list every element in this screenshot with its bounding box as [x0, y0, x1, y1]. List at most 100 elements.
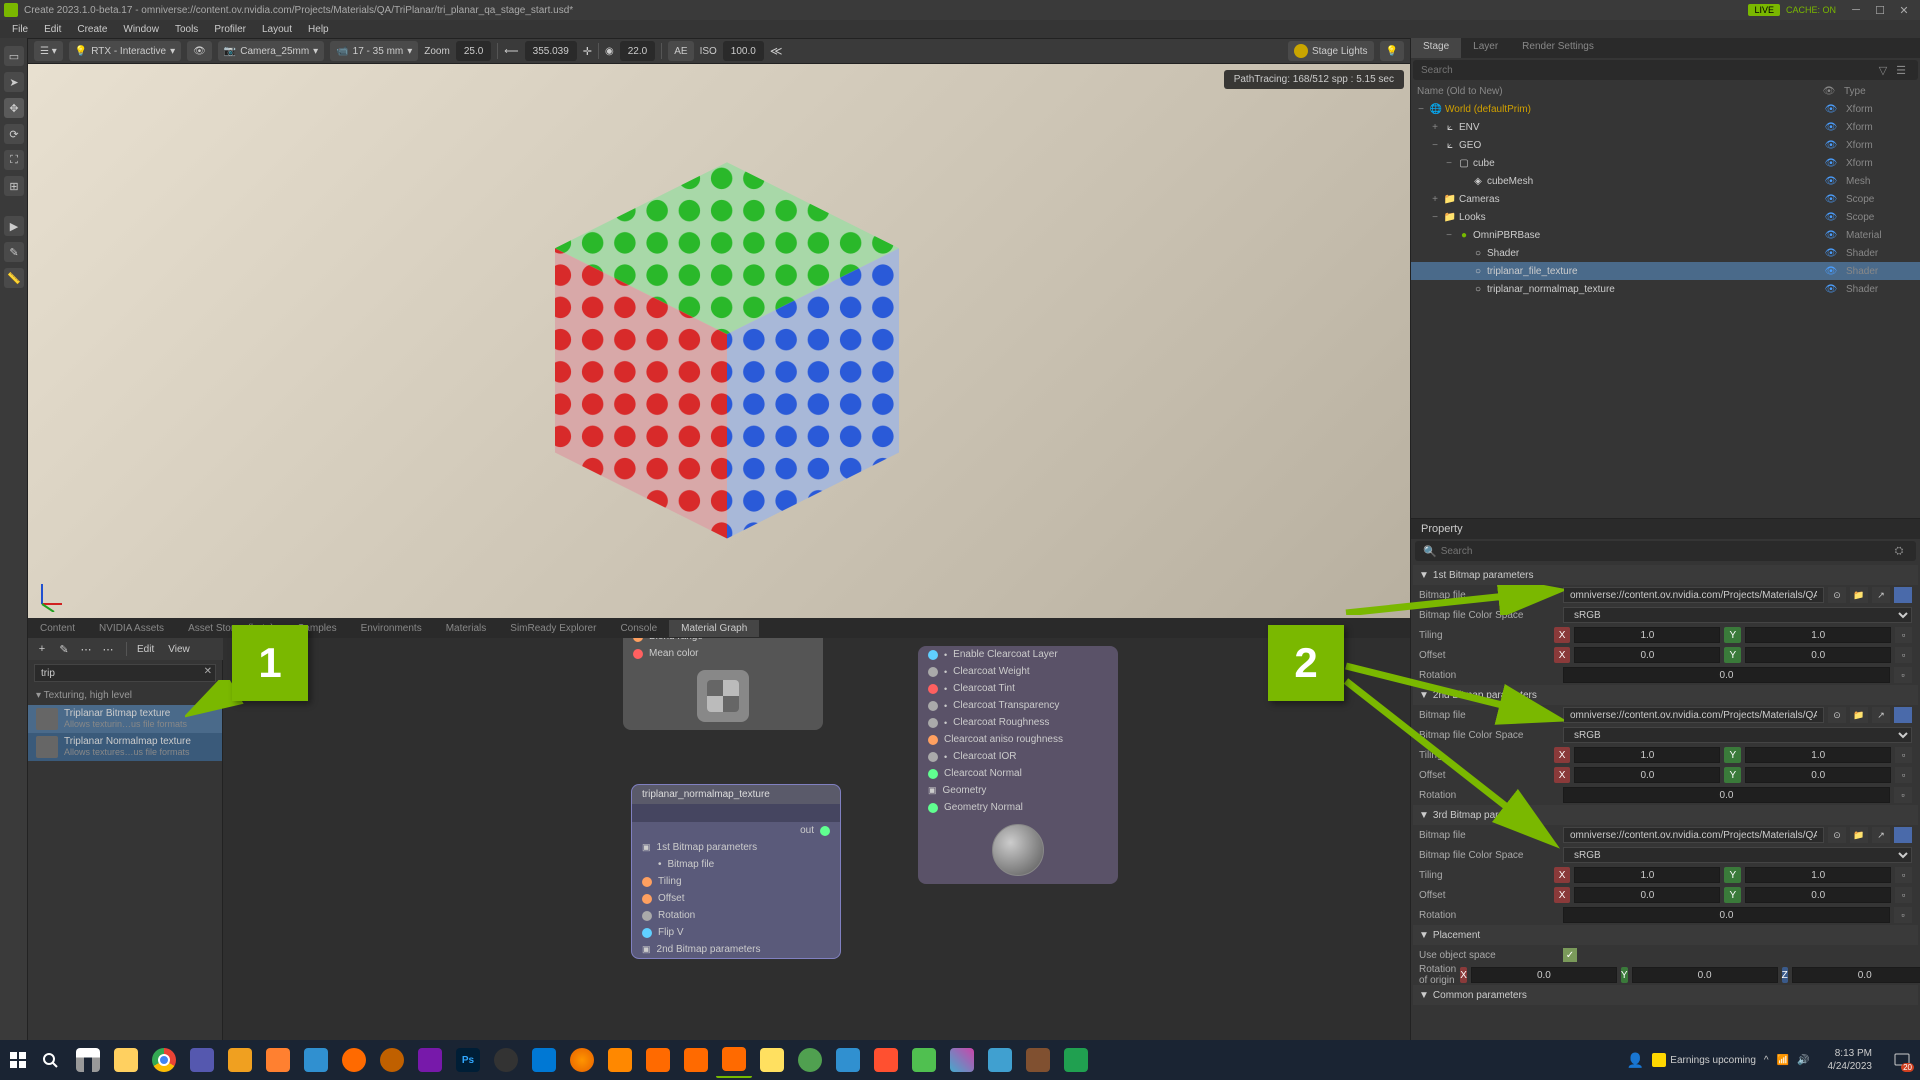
section-geometry[interactable]: Geometry: [943, 785, 987, 796]
colorspace-select-3[interactable]: sRGB: [1563, 847, 1912, 863]
tiling-x-1[interactable]: [1574, 627, 1720, 643]
ae-button[interactable]: AE: [668, 41, 693, 61]
menu-window[interactable]: Window: [115, 22, 167, 37]
taskbar-omniverse-create[interactable]: [716, 1042, 752, 1078]
offset-x-2[interactable]: [1574, 767, 1720, 783]
tree-toggle[interactable]: −: [1443, 158, 1455, 169]
tree-row-looks[interactable]: −📁Looks👁Scope: [1411, 208, 1920, 226]
view-menu[interactable]: View: [168, 644, 190, 655]
stage-lights-button[interactable]: Stage Lights: [1288, 41, 1374, 61]
visibility-toggle[interactable]: 👁: [1816, 104, 1846, 115]
offset-x-1[interactable]: [1574, 647, 1720, 663]
tiling-x-3[interactable]: [1574, 867, 1720, 883]
taskbar-app-3[interactable]: [374, 1042, 410, 1078]
folder-icon[interactable]: 📁: [1850, 707, 1868, 723]
menu-layout[interactable]: Layout: [254, 22, 300, 37]
prop-settings-icon[interactable]: ⛭: [1890, 545, 1908, 558]
property-tab[interactable]: Property: [1411, 519, 1920, 539]
taskbar-app-2[interactable]: [298, 1042, 334, 1078]
port-out[interactable]: out: [800, 825, 814, 836]
tiling-y-1[interactable]: [1745, 627, 1891, 643]
reset-icon[interactable]: ▫: [1895, 647, 1912, 663]
tree-row-cameras[interactable]: +📁Cameras👁Scope: [1411, 190, 1920, 208]
tool-select[interactable]: ▭: [4, 46, 24, 66]
rot-origin-y[interactable]: [1632, 967, 1778, 983]
section-1st-bitmap[interactable]: 1st Bitmap parameters: [657, 842, 758, 853]
eye-button[interactable]: 👁: [187, 41, 212, 61]
reset-icon[interactable]: ▫: [1895, 867, 1912, 883]
taskbar-app-4[interactable]: [602, 1042, 638, 1078]
bitmap-file-input-3[interactable]: [1563, 827, 1824, 843]
menu-file[interactable]: File: [4, 22, 36, 37]
section-2nd-bitmap[interactable]: 2nd Bitmap parameters: [657, 944, 761, 955]
taskbar-omniverse-1[interactable]: [640, 1042, 676, 1078]
rotation-1[interactable]: [1563, 667, 1890, 683]
iso-value[interactable]: 100.0: [723, 41, 764, 61]
menu-profiler[interactable]: Profiler: [206, 22, 254, 37]
tab-simready[interactable]: SimReady Explorer: [498, 620, 608, 637]
menu-create[interactable]: Create: [69, 22, 115, 37]
section-placement[interactable]: ▼ Placement: [1413, 925, 1918, 945]
section-1st-bitmap[interactable]: ▼ 1st Bitmap parameters: [1413, 565, 1918, 585]
tiling-y-3[interactable]: [1745, 867, 1891, 883]
visibility-toggle[interactable]: 👁: [1816, 158, 1846, 169]
link-icon[interactable]: ↗: [1872, 587, 1890, 603]
taskbar-app-5[interactable]: [792, 1042, 828, 1078]
port-clearcoat-tint[interactable]: Clearcoat Tint: [953, 683, 1015, 694]
camera-dropdown[interactable]: 📷 Camera_25mm ▾: [218, 41, 324, 61]
tree-toggle[interactable]: −: [1429, 212, 1441, 223]
port-blend-range[interactable]: Blend range: [649, 638, 703, 642]
tree-row-world-(defaultprim)[interactable]: −🌐World (defaultPrim)👁Xform: [1411, 100, 1920, 118]
taskbar-taskview[interactable]: [70, 1042, 106, 1078]
taskbar-houdini[interactable]: [336, 1042, 372, 1078]
port-mean-color[interactable]: Mean color: [649, 648, 698, 659]
menu-tools[interactable]: Tools: [167, 22, 206, 37]
tree-row-triplanar_file_texture[interactable]: ○triplanar_file_texture👁Shader: [1411, 262, 1920, 280]
header-name[interactable]: Name (Old to New): [1417, 86, 1814, 97]
tab-environments[interactable]: Environments: [349, 620, 434, 637]
rotation-2[interactable]: [1563, 787, 1890, 803]
tray-people-icon[interactable]: 👤: [1627, 1052, 1644, 1069]
taskbar-omniverse-2[interactable]: [678, 1042, 714, 1078]
tab-layer[interactable]: Layer: [1461, 38, 1510, 58]
visibility-toggle[interactable]: 👁: [1816, 230, 1846, 241]
tab-render-settings[interactable]: Render Settings: [1510, 38, 1606, 58]
tray-expand-icon[interactable]: ^: [1764, 1055, 1769, 1066]
reset-icon[interactable]: ▫: [1894, 907, 1912, 923]
menu-help[interactable]: Help: [300, 22, 337, 37]
visibility-toggle[interactable]: 👁: [1816, 284, 1846, 295]
tree-toggle[interactable]: +: [1429, 194, 1441, 205]
taskbar-everything[interactable]: [260, 1042, 296, 1078]
port-clearcoat-normal[interactable]: Clearcoat Normal: [944, 768, 1022, 779]
tab-material-graph[interactable]: Material Graph: [669, 620, 759, 637]
tool-measure[interactable]: 📏: [4, 268, 24, 288]
visibility-toggle[interactable]: 👁: [1816, 176, 1846, 187]
taskbar-zoom[interactable]: [488, 1042, 524, 1078]
visibility-toggle[interactable]: 👁: [1816, 140, 1846, 151]
port-clearcoat-roughness[interactable]: Clearcoat Roughness: [953, 717, 1049, 728]
taskbar-search[interactable]: [32, 1042, 68, 1078]
visibility-toggle[interactable]: 👁: [1816, 212, 1846, 223]
port-clearcoat-aniso[interactable]: Clearcoat aniso roughness: [944, 734, 1063, 745]
folder-icon[interactable]: 📁: [1850, 827, 1868, 843]
tray-clock[interactable]: 8:13 PM 4/24/2023: [1818, 1047, 1883, 1073]
taskbar-onenote[interactable]: [412, 1042, 448, 1078]
tab-stage[interactable]: Stage: [1411, 38, 1461, 58]
bitmap-file-input-2[interactable]: [1563, 707, 1824, 723]
taskbar-chrome[interactable]: [146, 1042, 182, 1078]
tree-row-env[interactable]: +⟀ENV👁Xform: [1411, 118, 1920, 136]
folder-icon[interactable]: 📁: [1850, 587, 1868, 603]
swatch-icon[interactable]: [1894, 707, 1912, 723]
light-options-button[interactable]: 💡: [1380, 41, 1404, 61]
taskbar-app-7[interactable]: [868, 1042, 904, 1078]
taskbar-app-9[interactable]: [982, 1042, 1018, 1078]
link-icon[interactable]: ↗: [1872, 707, 1890, 723]
port-clearcoat-transparency[interactable]: Clearcoat Transparency: [953, 700, 1059, 711]
tree-toggle[interactable]: −: [1443, 230, 1455, 241]
tree-toggle[interactable]: +: [1429, 122, 1441, 133]
port-rotation[interactable]: Rotation: [658, 910, 695, 921]
taskbar-app-1[interactable]: [222, 1042, 258, 1078]
taskbar-stickies[interactable]: [754, 1042, 790, 1078]
rot-origin-x[interactable]: [1471, 967, 1617, 983]
taskbar-firefox[interactable]: [564, 1042, 600, 1078]
